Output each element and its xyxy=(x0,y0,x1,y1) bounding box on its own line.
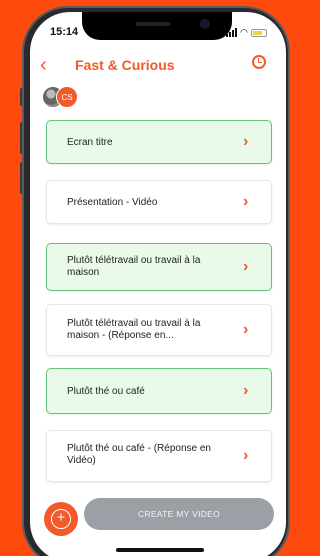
chevron-right-icon: › xyxy=(243,193,249,210)
list-item-label: Plutôt thé ou café xyxy=(67,386,145,397)
notch xyxy=(82,12,232,40)
chevron-right-icon: › xyxy=(243,447,249,464)
participants-avatars[interactable]: CS xyxy=(42,86,82,110)
chevron-right-icon: › xyxy=(243,133,249,150)
chevron-right-icon: › xyxy=(243,382,249,399)
chevron-right-icon: › xyxy=(243,258,249,275)
list-item-label: Plutôt télétravail ou travail à la maiso… xyxy=(67,255,201,278)
list-item-label: Présentation - Vidéo xyxy=(67,197,158,208)
list-item[interactable]: Présentation - Vidéo › xyxy=(46,180,272,224)
app-screen: 15:14 ◠ ‹ Fast & Curious CS Ecran titre … xyxy=(30,12,286,556)
create-video-button[interactable]: CREATE MY VIDEO xyxy=(84,498,274,530)
history-clock-icon[interactable] xyxy=(252,55,266,69)
bottom-bar: + CREATE MY VIDEO xyxy=(30,496,286,556)
list-item[interactable]: Plutôt thé ou café › xyxy=(46,368,272,414)
status-icons: ◠ xyxy=(226,27,267,38)
chevron-right-icon: › xyxy=(243,321,249,338)
signal-icon xyxy=(226,28,237,37)
list-item[interactable]: Plutôt télétravail ou travail à la maiso… xyxy=(46,304,272,356)
home-indicator xyxy=(116,548,204,552)
wifi-icon: ◠ xyxy=(240,27,248,37)
chevron-left-icon[interactable]: ‹ xyxy=(40,54,47,77)
battery-icon xyxy=(250,28,267,37)
speaker-grille xyxy=(136,22,170,26)
list-item-label: Ecran titre xyxy=(67,137,113,148)
list-item[interactable]: Plutôt thé ou café - (Réponse en Vidéo) … xyxy=(46,430,272,482)
page-title: Fast & Curious xyxy=(75,57,175,73)
plus-circle-icon: + xyxy=(51,509,71,529)
app-header: ‹ Fast & Curious xyxy=(30,52,286,80)
status-time: 15:14 xyxy=(50,26,79,38)
front-camera xyxy=(200,19,210,29)
avatar-initials: CS xyxy=(56,86,78,108)
list-item[interactable]: Ecran titre › xyxy=(46,120,272,164)
list-item[interactable]: Plutôt télétravail ou travail à la maiso… xyxy=(46,243,272,291)
add-scene-button[interactable]: + xyxy=(44,502,78,536)
list-item-label: Plutôt thé ou café - (Réponse en Vidéo) xyxy=(67,443,211,466)
list-item-label: Plutôt télétravail ou travail à la maiso… xyxy=(67,318,201,341)
